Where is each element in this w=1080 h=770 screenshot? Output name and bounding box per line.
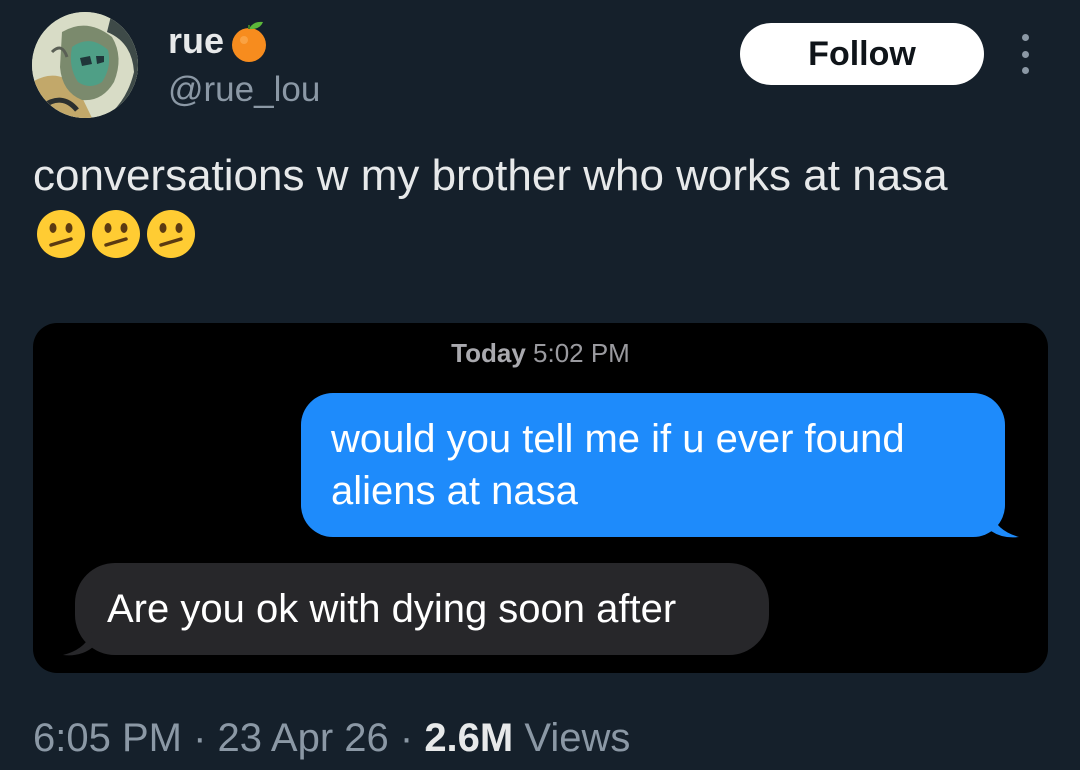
avatar-image (32, 12, 138, 118)
more-dot (1021, 50, 1029, 58)
timestamp-day: Today (451, 338, 526, 368)
avatar[interactable] (32, 12, 138, 118)
outgoing-message-bubble: would you tell me if u ever found aliens… (301, 393, 1005, 537)
confused-face-icon (92, 210, 140, 258)
author-display-name[interactable]: rue (168, 18, 273, 64)
separator: · (181, 716, 218, 760)
views-label: Views (513, 716, 631, 760)
emoji-row (35, 208, 200, 260)
follow-button[interactable]: Follow (740, 23, 984, 85)
timestamp-time: 5:02 PM (533, 338, 630, 368)
incoming-message-bubble: Are you ok with dying soon after (75, 563, 769, 655)
message-timestamp: Today 5:02 PM (33, 338, 1048, 369)
tangerine-icon (232, 21, 267, 62)
more-options-icon[interactable] (1013, 32, 1037, 76)
separator: · (388, 716, 425, 760)
attached-image[interactable]: Today 5:02 PM would you tell me if u eve… (33, 323, 1048, 673)
post-time[interactable]: 6:05 PM (33, 716, 182, 760)
post-date[interactable]: 23 Apr 26 (218, 716, 389, 760)
tweet-metadata: 6:05 PM · 23 Apr 26 · 2.6M Views (33, 712, 630, 764)
more-dot (1021, 67, 1029, 74)
views-count: 2.6M (424, 716, 514, 760)
incoming-bubble-tail (63, 629, 93, 656)
confused-face-icon (37, 210, 85, 258)
display-name-text: rue (168, 20, 225, 61)
tweet-body: conversations w my brother who works at … (33, 151, 948, 200)
confused-face-icon (147, 210, 195, 258)
outgoing-bubble-tail (991, 513, 1019, 538)
tweet-text: conversations w my brother who works at … (33, 146, 1033, 266)
more-dot (1021, 34, 1029, 41)
author-handle[interactable]: @rue_lou (168, 68, 320, 112)
